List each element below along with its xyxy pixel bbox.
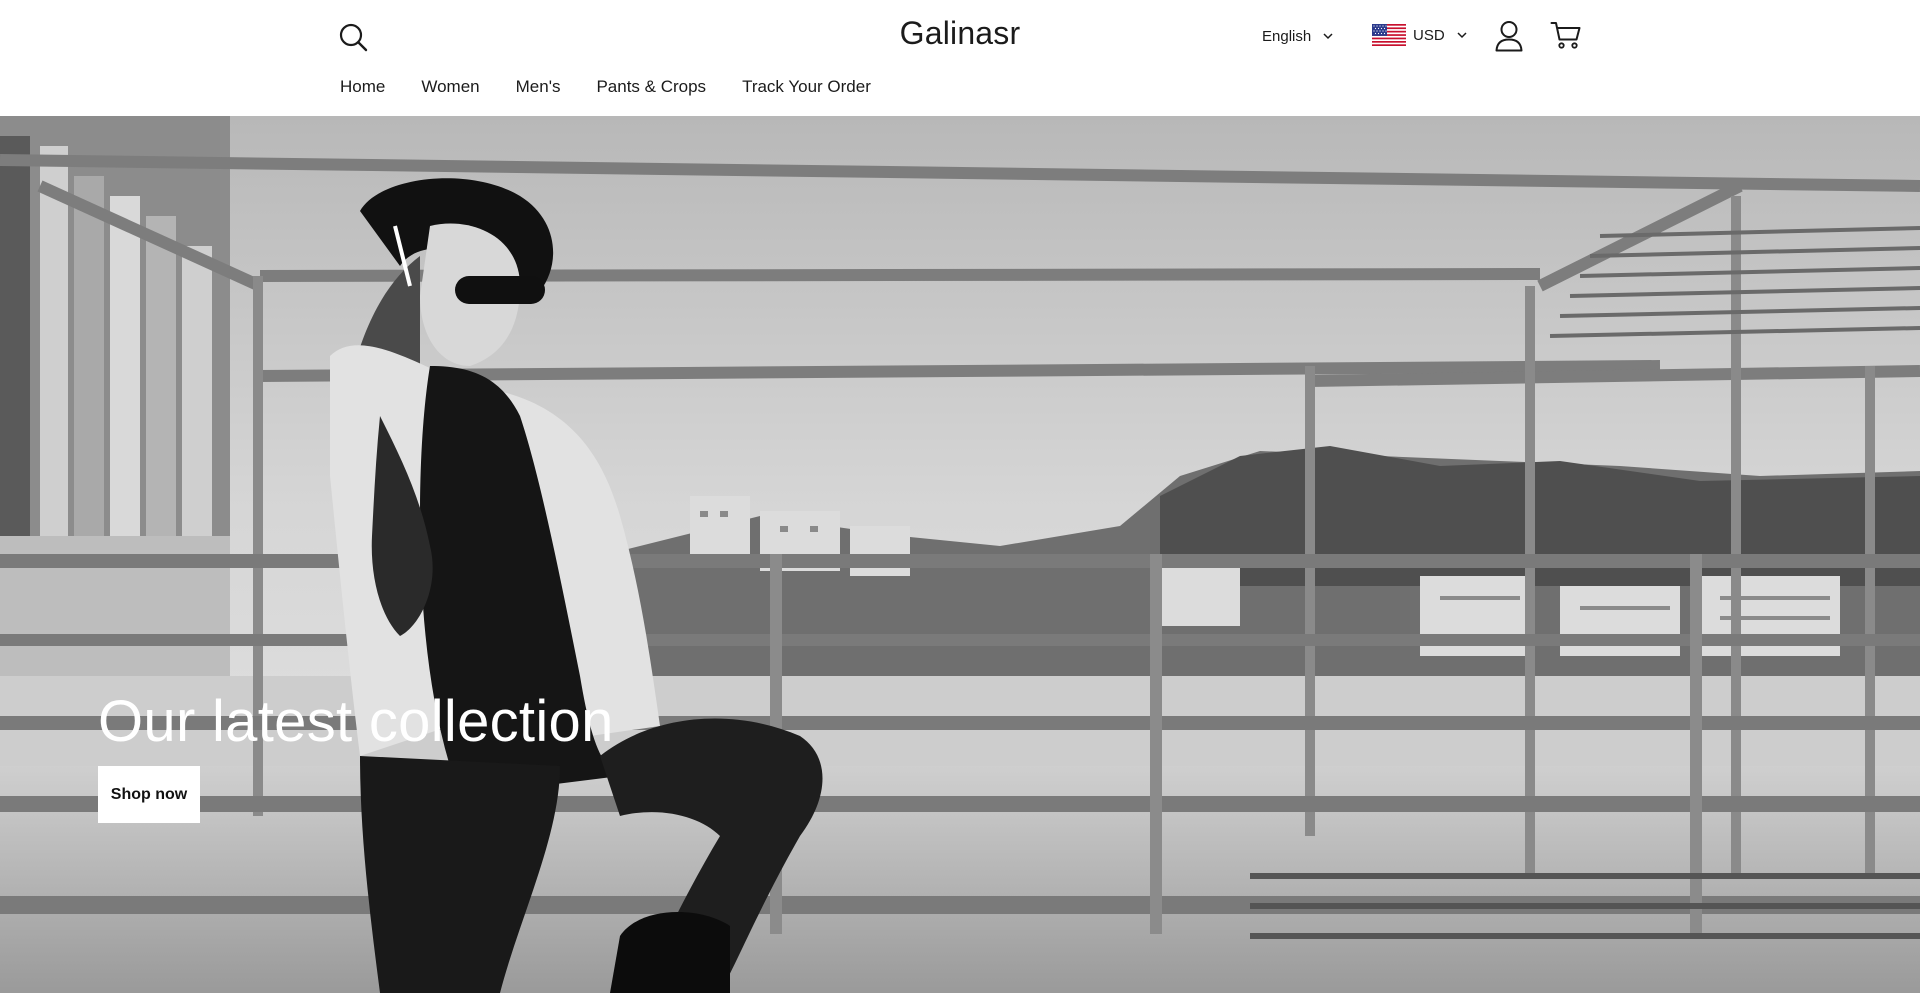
brand-name[interactable]: Galinasr	[900, 15, 1021, 51]
nav-item-women[interactable]: Women	[421, 77, 479, 97]
currency-value: USD	[1413, 26, 1445, 44]
language-selector[interactable]: English	[1262, 26, 1333, 46]
nav-item-mens[interactable]: Men's	[516, 77, 561, 97]
currency-selector[interactable]: USD	[1372, 23, 1467, 47]
hero-heading: Our latest collection	[98, 689, 614, 754]
site-header: Galinasr English USD Home Women Men's Pa…	[0, 0, 1920, 116]
account-button[interactable]	[1494, 20, 1524, 52]
shop-now-button[interactable]: Shop now	[98, 766, 200, 823]
main-nav: Home Women Men's Pants & Crops Track You…	[340, 77, 907, 97]
cart-button[interactable]	[1550, 20, 1582, 50]
chevron-down-icon	[1323, 32, 1333, 39]
nav-item-track-order[interactable]: Track Your Order	[742, 77, 871, 97]
search-icon	[339, 23, 368, 52]
us-flag-icon	[1372, 24, 1406, 46]
cart-icon	[1550, 22, 1581, 49]
logo: Galinasr	[0, 15, 1920, 52]
hero-image	[0, 116, 1920, 993]
hero-banner: Our latest collection Shop now	[0, 116, 1920, 993]
search-button[interactable]	[337, 21, 369, 53]
user-icon	[1495, 21, 1523, 52]
chevron-down-icon	[1457, 31, 1467, 38]
nav-item-home[interactable]: Home	[340, 77, 385, 97]
language-value: English	[1262, 27, 1312, 45]
nav-item-pants-crops[interactable]: Pants & Crops	[596, 77, 706, 97]
